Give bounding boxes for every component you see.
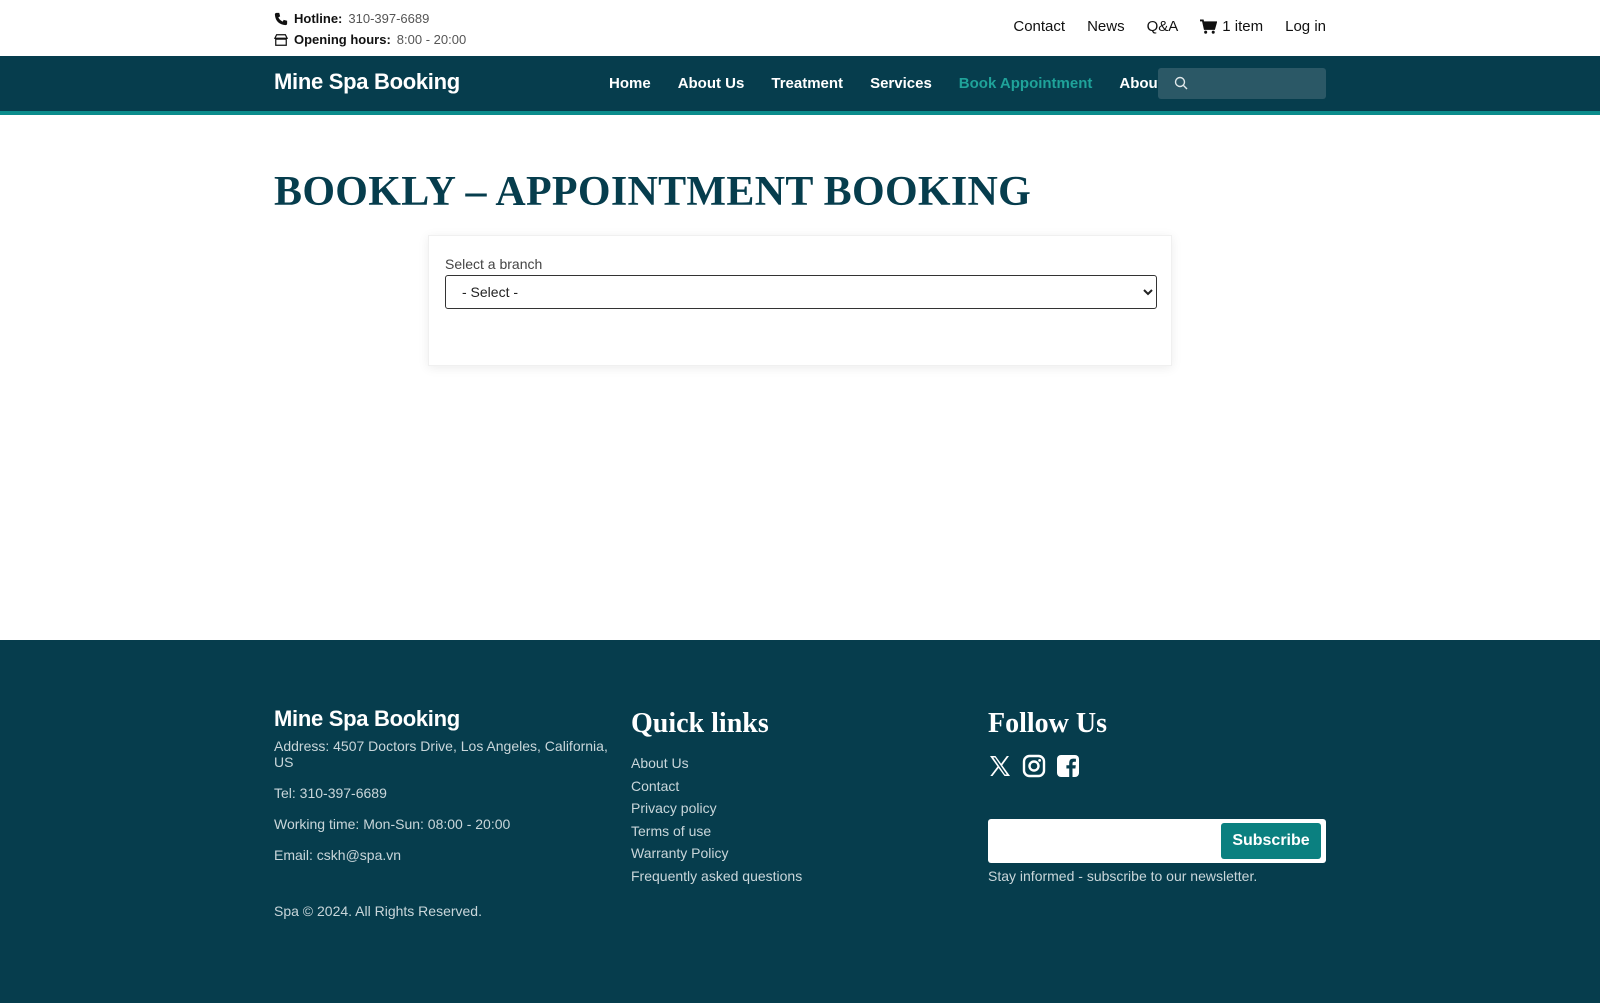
quick-links-list: About Us Contact Privacy policy Terms of… <box>631 752 802 888</box>
main-navbar: Mine Spa Booking Home About Us Treatment… <box>0 56 1600 115</box>
nav-about-us[interactable]: About Us <box>678 75 745 92</box>
nav-services[interactable]: Services <box>870 75 932 92</box>
hours-label: Opening hours: <box>294 32 391 47</box>
site-brand[interactable]: Mine Spa Booking <box>274 69 460 95</box>
follow-title: Follow Us <box>988 708 1107 739</box>
quick-links-title: Quick links <box>631 708 769 739</box>
newsletter-note: Stay informed - subscribe to our newslet… <box>988 868 1258 884</box>
nav-treatment[interactable]: Treatment <box>771 75 843 92</box>
cart-link[interactable]: 1 item <box>1200 18 1263 35</box>
hours-value: 8:00 - 20:00 <box>396 32 467 47</box>
quick-link-about-us[interactable]: About Us <box>631 752 802 775</box>
quick-link-warranty[interactable]: Warranty Policy <box>631 842 802 865</box>
quick-link-contact[interactable]: Contact <box>631 775 802 798</box>
social-links <box>988 754 1326 778</box>
login-link[interactable]: Log in <box>1285 18 1326 35</box>
booking-card: Select a branch - Select - <box>428 235 1172 366</box>
nav-about-label: About <box>1119 75 1163 92</box>
quick-link-privacy[interactable]: Privacy policy <box>631 797 802 820</box>
main-menu: Home About Us Treatment Services Book Ap… <box>609 75 1182 92</box>
site-footer: Mine Spa Booking Address: 4507 Doctors D… <box>0 640 1600 1003</box>
hours-row: Opening hours: 8:00 - 20:00 <box>274 29 466 50</box>
nav-book-appointment[interactable]: Book Appointment <box>959 75 1093 92</box>
phone-icon <box>274 12 288 25</box>
footer-tel: Tel: 310-397-6689 <box>274 785 387 801</box>
quick-link-faq[interactable]: Frequently asked questions <box>631 865 802 888</box>
quick-link-terms[interactable]: Terms of use <box>631 820 802 843</box>
facebook-icon[interactable] <box>1056 754 1080 778</box>
branch-label: Select a branch <box>445 256 543 272</box>
footer-address: Address: 4507 Doctors Drive, Los Angeles… <box>274 738 608 770</box>
footer-info: Mine Spa Booking Address: 4507 Doctors D… <box>274 706 614 919</box>
newsletter-email-input[interactable] <box>992 823 1216 859</box>
instagram-icon[interactable] <box>1022 754 1046 778</box>
footer-quick-links: Quick links About Us Contact Privacy pol… <box>631 708 802 888</box>
subscribe-button[interactable]: Subscribe <box>1221 823 1321 859</box>
footer-follow: Follow Us Subscribe Stay informed - subs… <box>988 708 1326 884</box>
top-bar: Hotline: 310-397-6689 Opening hours: 8:0… <box>0 0 1600 56</box>
hotline-label: Hotline: <box>294 11 343 26</box>
contact-link[interactable]: Contact <box>1013 18 1065 35</box>
hotline-row: Hotline: 310-397-6689 <box>274 8 466 29</box>
cart-count: 1 item <box>1222 18 1264 35</box>
hotline-value: 310-397-6689 <box>348 11 430 26</box>
nav-home[interactable]: Home <box>609 75 651 92</box>
footer-working-time: Working time: Mon-Sun: 08:00 - 20:00 <box>274 816 511 832</box>
store-icon <box>274 33 288 46</box>
footer-brand: Mine Spa Booking <box>274 706 460 731</box>
contact-info: Hotline: 310-397-6689 Opening hours: 8:0… <box>274 8 466 50</box>
news-link[interactable]: News <box>1087 18 1125 35</box>
footer-email: Email: cskh@spa.vn <box>274 847 402 863</box>
page-title: BOOKLY – APPOINTMENT BOOKING <box>274 169 1032 215</box>
qa-link[interactable]: Q&A <box>1147 18 1179 35</box>
newsletter-form: Subscribe <box>988 819 1326 863</box>
footer-copyright: Spa © 2024. All Rights Reserved. <box>274 903 482 919</box>
x-twitter-icon[interactable] <box>988 754 1012 778</box>
branch-select[interactable]: - Select - <box>445 275 1157 309</box>
top-links: Contact News Q&A 1 item Log in <box>1013 18 1326 35</box>
cart-icon <box>1200 18 1218 34</box>
search-icon <box>1174 76 1188 90</box>
